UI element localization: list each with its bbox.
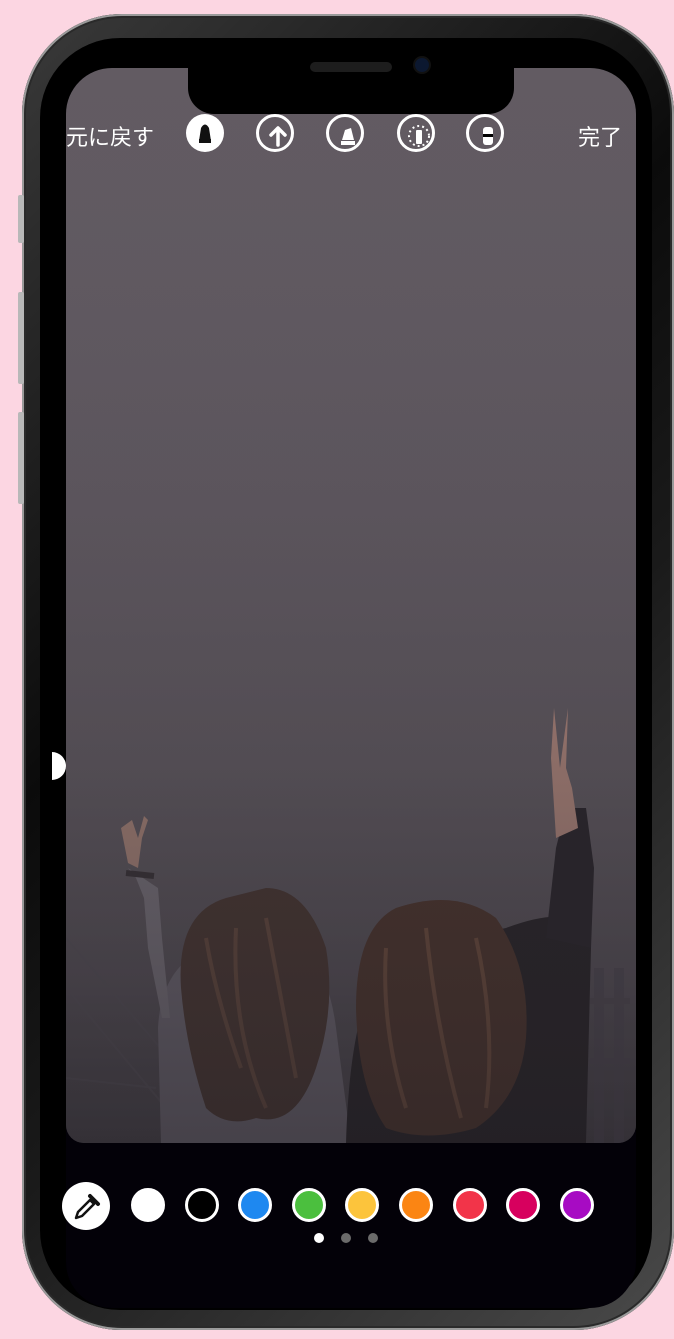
story-photo-canvas[interactable] (66, 68, 636, 1143)
color-swatch[interactable] (506, 1188, 541, 1222)
earpiece-speaker (310, 62, 392, 72)
volume-up-button (18, 292, 24, 384)
color-swatch[interactable] (559, 1188, 594, 1222)
color-swatch[interactable] (238, 1188, 273, 1222)
arrow-tool-icon[interactable] (256, 114, 294, 152)
color-swatch[interactable] (291, 1188, 326, 1222)
color-swatch[interactable] (131, 1188, 165, 1222)
photo-scene (66, 68, 636, 1143)
done-button[interactable]: 完了 (578, 120, 622, 152)
color-swatch[interactable] (399, 1188, 433, 1222)
eyedropper-button[interactable] (62, 1182, 110, 1230)
page-dot (368, 1233, 378, 1243)
page-dot (314, 1233, 324, 1243)
eraser-tool-icon[interactable] (466, 114, 504, 152)
eyedropper-icon (74, 1194, 100, 1220)
front-camera (415, 58, 429, 72)
color-swatch[interactable] (452, 1188, 487, 1222)
volume-down-button (18, 412, 24, 504)
marker-tool-icon[interactable] (326, 114, 364, 152)
screen (66, 68, 636, 1308)
pen-tool-icon[interactable] (186, 114, 224, 152)
neon-tool-icon[interactable] (397, 114, 435, 152)
page-dot (341, 1233, 351, 1243)
mute-switch (18, 195, 24, 243)
color-swatch[interactable] (184, 1188, 219, 1222)
undo-button[interactable]: 元に戻す (66, 120, 154, 152)
